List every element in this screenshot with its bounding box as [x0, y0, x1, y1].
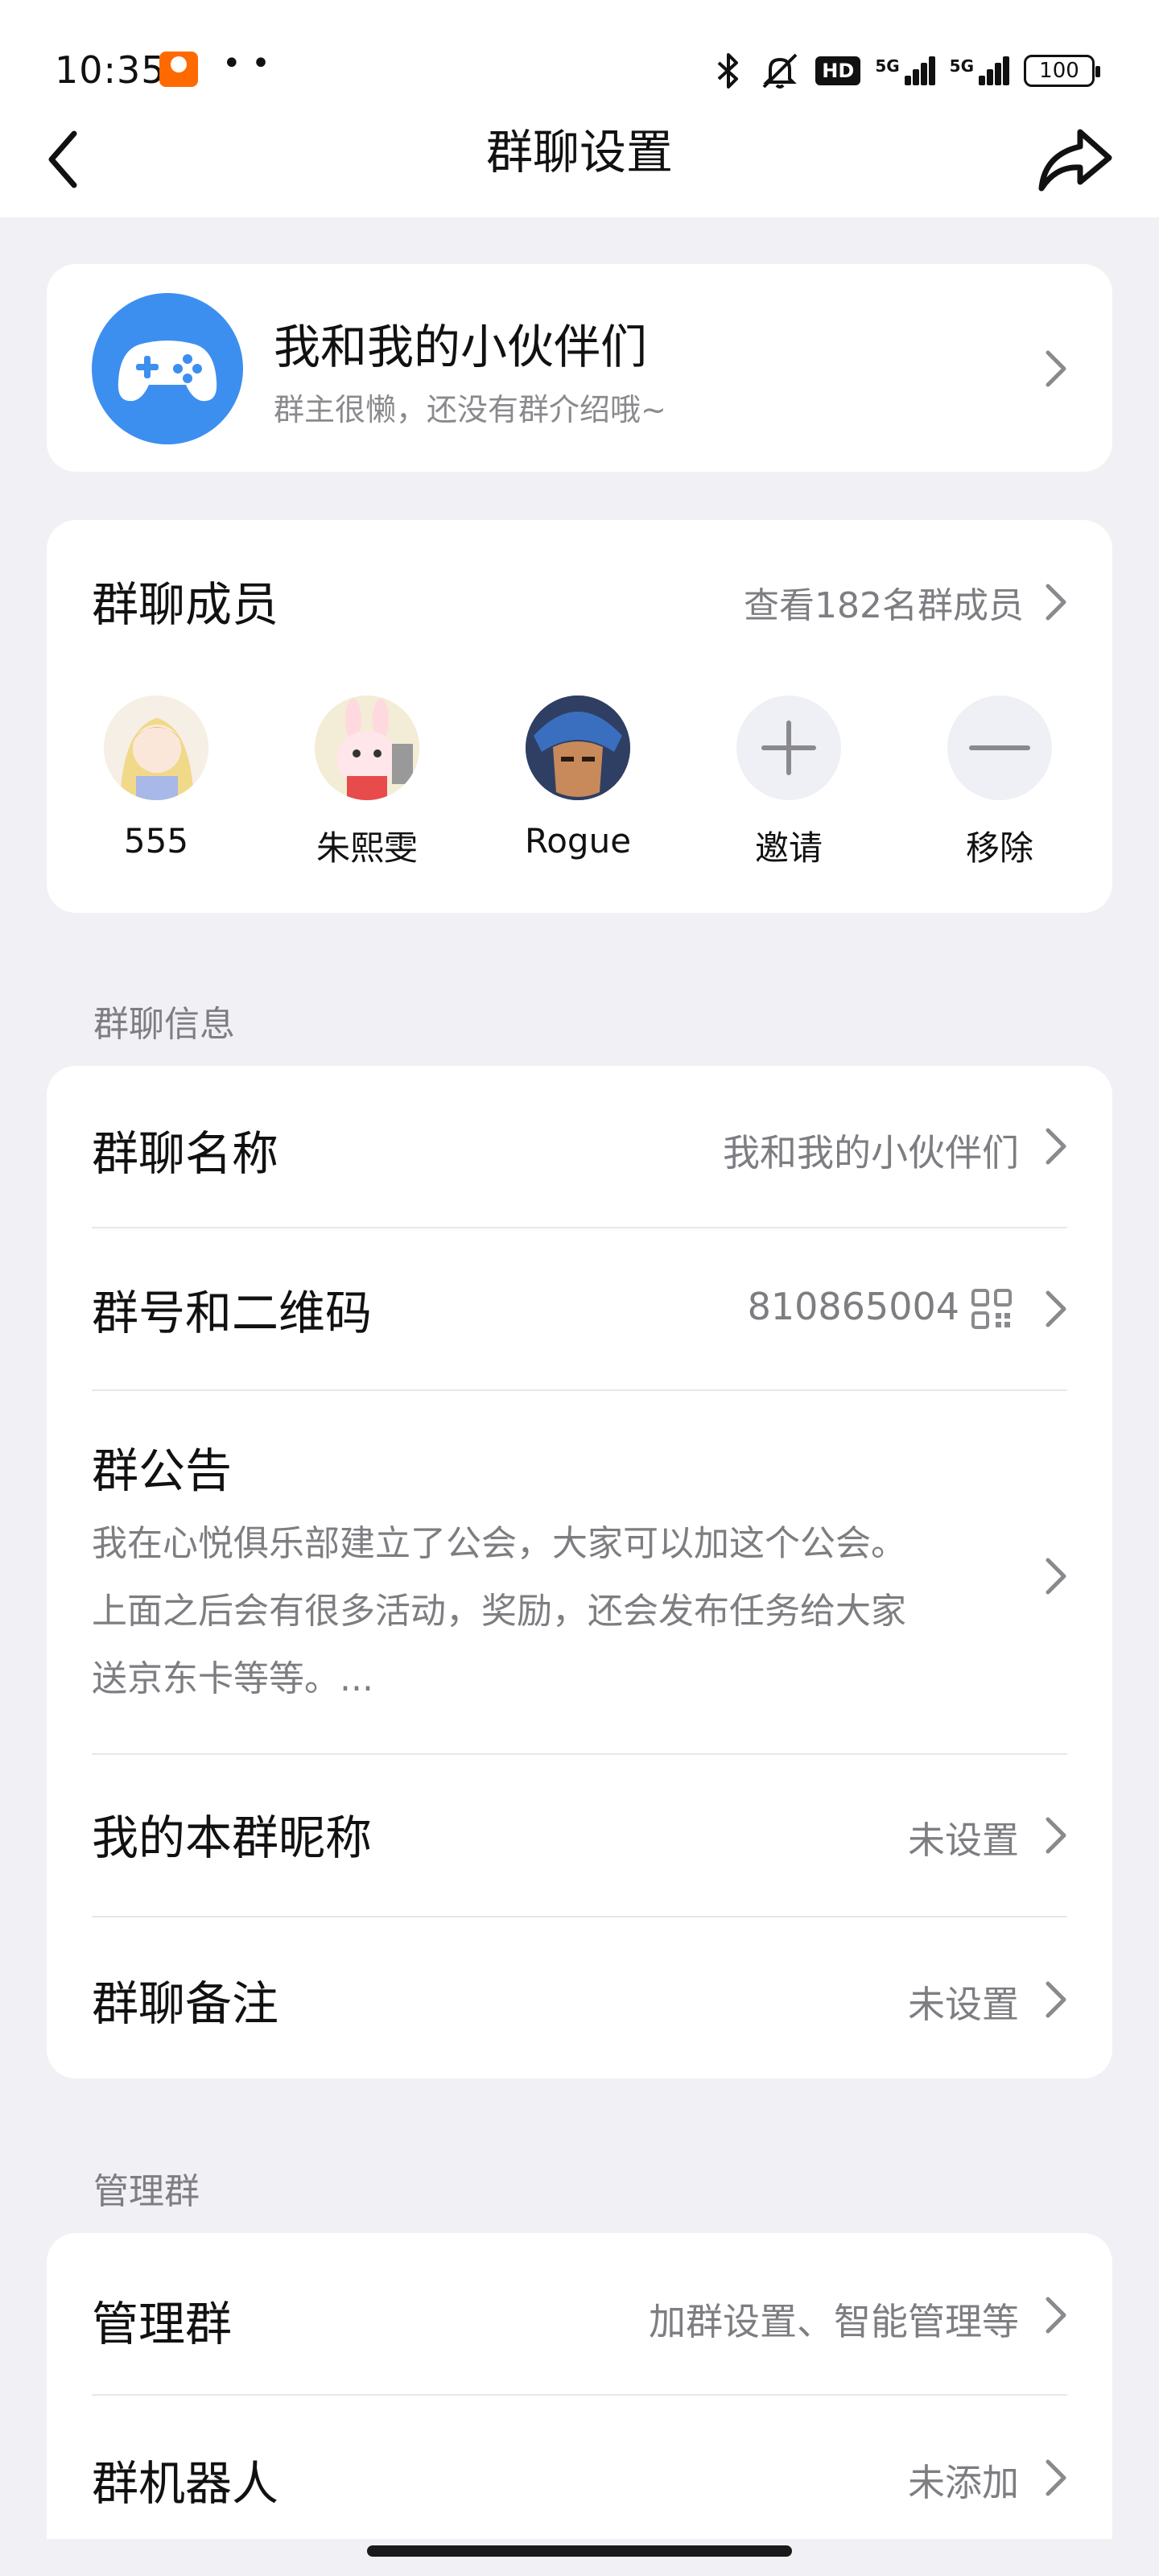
- invite-member-button[interactable]: 邀请: [724, 696, 853, 870]
- chevron-right-icon: [1046, 1817, 1066, 1854]
- row-title: 群公告: [92, 1443, 233, 1498]
- app-notification-icon: [159, 52, 198, 87]
- chevron-right-icon: [1046, 2459, 1066, 2496]
- row-title: 群聊名称: [92, 1126, 279, 1181]
- group-info-card: 群聊名称 我和我的小伙伴们 群号和二维码 810865004 群公告 我在心悦俱…: [47, 1066, 1112, 2079]
- anime-avatar-image: [104, 696, 208, 800]
- rabbit-avatar-image: [315, 696, 419, 800]
- group-number-value: 810865004: [747, 1285, 959, 1328]
- home-indicator[interactable]: [367, 2545, 792, 2557]
- manage-group-row[interactable]: 管理群 加群设置、智能管理等: [47, 2233, 1112, 2394]
- invite-circle: [736, 696, 841, 800]
- group-intro: 群主很懒，还没有群介绍哦~: [274, 392, 666, 427]
- chevron-right-icon: [1046, 1558, 1066, 1595]
- member-avatar: [315, 696, 419, 800]
- share-button[interactable]: [1030, 114, 1119, 195]
- group-bot-row[interactable]: 群机器人 未添加: [47, 2396, 1112, 2539]
- group-name-row[interactable]: 群聊名称 我和我的小伙伴们: [47, 1066, 1112, 1227]
- row-title: 群号和二维码: [92, 1286, 373, 1340]
- section-label-info: 群聊信息: [93, 1004, 235, 1045]
- chevron-right-icon: [1046, 2297, 1066, 2334]
- notice-line: 上面之后会有很多活动，奖励，还会发布任务给大家: [92, 1591, 906, 1632]
- page-title: 群聊设置: [485, 125, 673, 180]
- member-item[interactable]: Rogue: [514, 696, 642, 861]
- hd-voice-badge: HD: [815, 56, 861, 85]
- bluetooth-icon: [717, 53, 739, 89]
- signal-sim2: 5G: [950, 56, 1009, 85]
- row-title: 群机器人: [92, 2456, 279, 2511]
- row-title: 管理群: [92, 2297, 233, 2351]
- member-name: Rogue: [524, 821, 632, 861]
- member-item[interactable]: 朱熙雯: [303, 696, 431, 870]
- status-indicators: HD 5G 5G 100: [712, 47, 1100, 95]
- remove-circle: [947, 696, 1052, 800]
- group-profile-card[interactable]: 我和我的小伙伴们 群主很懒，还没有群介绍哦~: [47, 264, 1112, 472]
- member-name: 朱熙雯: [316, 828, 418, 868]
- row-value: 未设置: [908, 1818, 1019, 1862]
- qr-code-icon: [971, 1289, 1012, 1329]
- status-dots: • •: [222, 45, 270, 82]
- row-value: 我和我的小伙伴们: [723, 1131, 1019, 1174]
- plus-icon: [761, 720, 816, 775]
- member-name: 555: [123, 821, 189, 861]
- row-value: 未设置: [908, 1983, 1019, 2026]
- notice-line: 我在心悦俱乐部建立了公会，大家可以加这个公会。: [92, 1523, 906, 1564]
- member-item[interactable]: 555: [92, 696, 221, 861]
- chevron-right-icon: [1046, 1290, 1066, 1327]
- members-card: 群聊成员 查看182名群成员 555 朱熙雯 Rogue 邀请 移除: [47, 520, 1112, 913]
- chevron-right-icon: [1046, 350, 1066, 387]
- group-number-row[interactable]: 群号和二维码 810865004: [47, 1228, 1112, 1389]
- my-nickname-row[interactable]: 我的本群昵称 未设置: [47, 1755, 1112, 1916]
- group-avatar: [92, 293, 243, 444]
- manage-group-card: 管理群 加群设置、智能管理等 群机器人 未添加: [47, 2233, 1112, 2539]
- status-time: 10:35: [55, 48, 166, 92]
- minus-icon: [969, 745, 1030, 750]
- sim1-label: 5G: [875, 56, 900, 76]
- row-title: 群聊备注: [92, 1976, 279, 2031]
- members-title: 群聊成员: [92, 577, 279, 632]
- remove-label: 移除: [965, 828, 1033, 868]
- member-avatar: [104, 696, 208, 800]
- rogue-avatar-image: [526, 696, 630, 800]
- group-name: 我和我的小伙伴们: [274, 320, 648, 374]
- chevron-right-icon: [1046, 584, 1066, 621]
- notice-line: 送京东卡等等。...: [92, 1658, 373, 1699]
- group-notice-row[interactable]: 群公告 我在心悦俱乐部建立了公会，大家可以加这个公会。 上面之后会有很多活动，奖…: [47, 1391, 1112, 1752]
- chevron-right-icon: [1046, 1981, 1066, 2018]
- signal-sim1: 5G: [875, 56, 935, 85]
- battery-icon: 100: [1024, 55, 1100, 87]
- share-icon: [1038, 129, 1112, 192]
- gamepad-icon: [118, 341, 217, 402]
- battery-level: 100: [1039, 59, 1079, 83]
- row-value: 未添加: [908, 2461, 1019, 2504]
- member-avatar: [526, 696, 630, 800]
- remove-member-button[interactable]: 移除: [935, 696, 1064, 870]
- row-title: 我的本群昵称: [92, 1810, 373, 1865]
- status-bar: 10:35 • • HD 5G 5G 100: [0, 0, 1159, 97]
- invite-label: 邀请: [754, 828, 823, 868]
- view-all-members-link[interactable]: 查看182名群成员: [744, 576, 1024, 628]
- group-remark-row[interactable]: 群聊备注 未设置: [47, 1918, 1112, 2079]
- chevron-right-icon: [1046, 1128, 1066, 1165]
- section-label-manage: 管理群: [93, 2171, 200, 2212]
- row-value: 加群设置、智能管理等: [649, 2300, 1019, 2343]
- navigation-bar: 群聊设置: [0, 97, 1159, 217]
- sim2-label: 5G: [949, 56, 974, 76]
- mute-bell-icon: [762, 53, 798, 89]
